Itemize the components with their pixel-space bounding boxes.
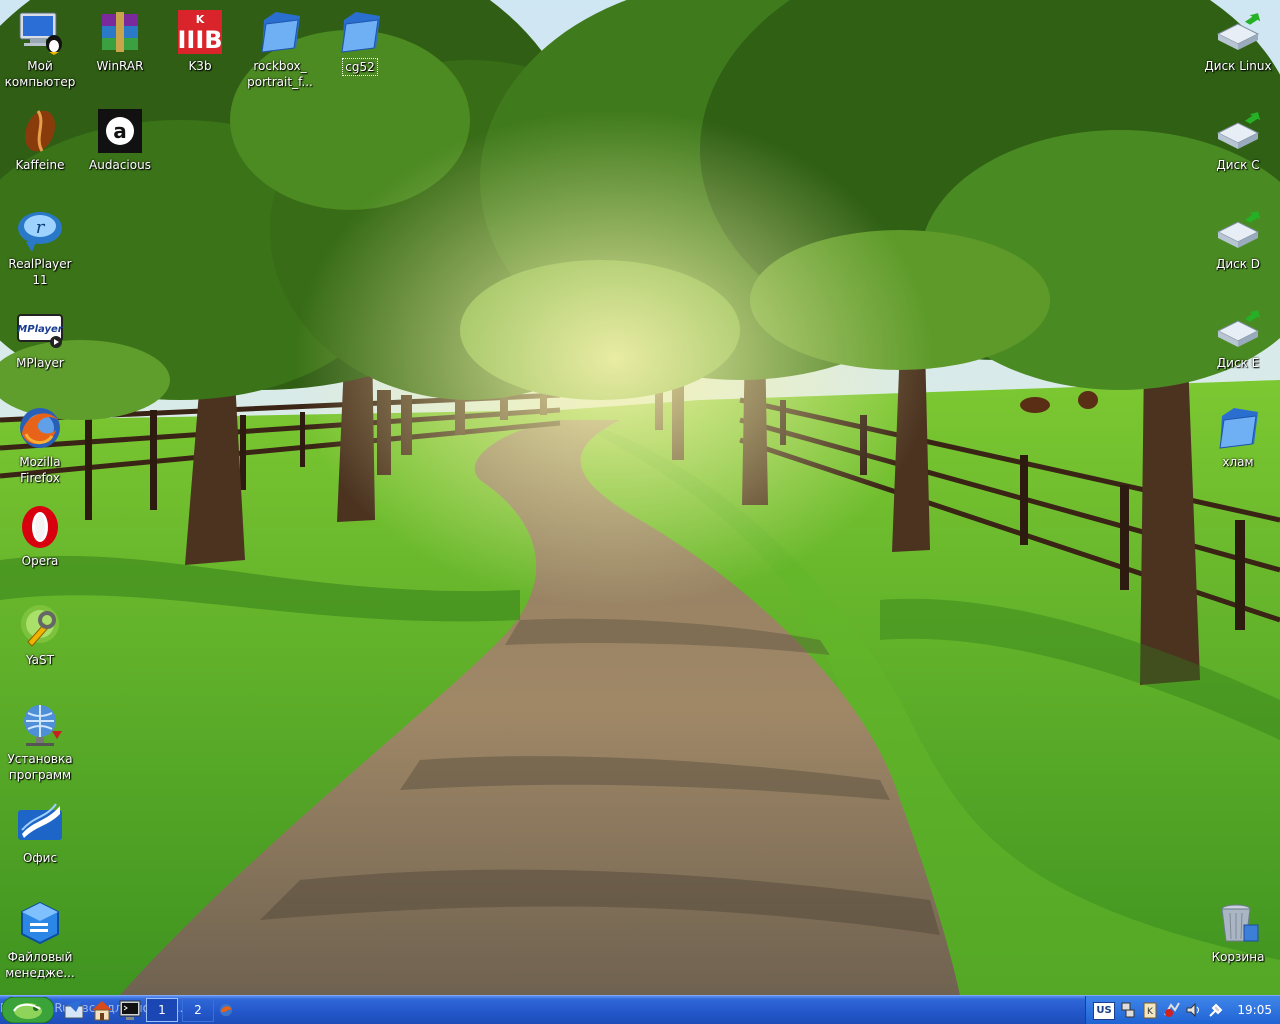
desktop-icon-label: Диск D (1215, 257, 1261, 271)
taskbar: 1 2 MotoFan.Ru - все для мотор... US K 1… (0, 995, 1280, 1024)
desktop-icon-label: rockbox_ (253, 59, 307, 73)
desktop-icon-label: менедже... (5, 966, 75, 980)
klipper-icon[interactable]: K (1141, 1001, 1159, 1019)
desktop-icon-hlam-folder[interactable]: хлам (1198, 404, 1278, 470)
winrar-icon (102, 12, 138, 52)
desktop-icon-label: 11 (32, 273, 48, 287)
desktop-icon-label: компьютер (4, 75, 76, 89)
kde-menu-button[interactable] (2, 997, 54, 1023)
network-icon[interactable] (1119, 1001, 1137, 1019)
desktop-icon-label: Диск Linux (1204, 59, 1272, 73)
disk-icon (1216, 112, 1261, 149)
desktop-icon-opera[interactable]: Opera (0, 503, 80, 569)
desktop-icon-disk-c[interactable]: Диск C (1198, 107, 1278, 173)
desktop-icon-label: Диск C (1216, 158, 1260, 172)
desktop-icon-firefox[interactable]: Mozilla Firefox (0, 404, 80, 486)
desktop-icon-trash[interactable]: Корзина (1198, 899, 1278, 965)
desktop-icon-audacious[interactable]: a Audacious (80, 107, 160, 173)
system-tray: US K 19:05 (1085, 996, 1280, 1024)
updater-icon[interactable] (1163, 1001, 1181, 1019)
disk-icon (1216, 13, 1261, 50)
svg-text:a: a (113, 119, 127, 143)
svg-text:K: K (196, 13, 205, 26)
desktop-icon-yast[interactable]: YaST (0, 602, 80, 668)
home-icon[interactable] (90, 998, 114, 1022)
k3b-icon: K IIIB (177, 10, 223, 54)
desktop-icon-label: Корзина (1211, 950, 1265, 964)
terminal-icon[interactable] (118, 998, 142, 1022)
file-manager-icon (21, 901, 59, 945)
desktop-icon-label: Диск E (1216, 356, 1260, 370)
firefox-icon (20, 408, 60, 448)
realplayer-icon: r (18, 212, 62, 252)
desktop-icon-file-manager[interactable]: Файловый менедже... (0, 899, 80, 981)
desktop-icon-label: Opera (21, 554, 59, 568)
desktop-icon-label: cg52 (342, 58, 378, 76)
wallpaper (0, 0, 1280, 995)
desktop-icon-disk-e[interactable]: Диск E (1198, 305, 1278, 371)
desktop-icon-label: Audacious (89, 158, 151, 172)
desktop-icon-cg52-folder[interactable]: cg52 (320, 8, 400, 76)
desktop-icon-k3b[interactable]: K IIIB K3b (160, 8, 240, 74)
software-install-icon (24, 705, 62, 746)
desktop-icon-label: Мой (27, 59, 53, 73)
svg-text:MPlayer: MPlayer (17, 324, 63, 335)
volume-icon[interactable] (1185, 1001, 1203, 1019)
keyboard-layout-indicator[interactable]: US (1093, 1002, 1115, 1020)
desktop-icon-disk-d[interactable]: Диск D (1198, 206, 1278, 272)
desktop-icon-realplayer[interactable]: r RealPlayer 11 (0, 206, 80, 288)
office-icon (18, 803, 62, 840)
power-plug-icon[interactable] (1207, 1001, 1225, 1019)
folder-icon (1219, 408, 1258, 449)
disk-icon (1216, 310, 1261, 347)
desktop-icon-label: Установка (7, 752, 73, 766)
folder-icon (341, 12, 380, 53)
desktop-show-icon[interactable] (62, 998, 86, 1022)
desktop-icon-label: Kaffeine (15, 158, 65, 172)
desktop-icon-my-computer[interactable]: Мой компьютер (0, 8, 80, 90)
desktop-icon-label: Офис (22, 851, 58, 865)
trash-icon (1221, 904, 1259, 942)
desktop-icon-label: Файловый (7, 950, 73, 964)
yast-icon (21, 605, 59, 647)
computer-icon (19, 12, 62, 55)
desktop-icon-label: K3b (188, 59, 212, 73)
browser-task-icon (219, 1003, 233, 1017)
desktop-icon-label: RealPlayer (8, 257, 72, 271)
desktop-icon-kaffeine[interactable]: Kaffeine (0, 107, 80, 173)
desktop[interactable]: Мой компьютер Kaffeine r RealPlayer 11 M… (0, 0, 1280, 995)
desktop-icon-label: Mozilla (19, 455, 61, 469)
desktop-icon-label: WinRAR (96, 59, 144, 73)
svg-text:IIIB: IIIB (177, 26, 222, 54)
desktop-icon-label: хлам (1222, 455, 1254, 469)
disk-icon (1216, 211, 1261, 248)
desktop-icon-office[interactable]: Офис (0, 800, 80, 866)
mplayer-icon: MPlayer (17, 314, 64, 348)
audacious-icon: a (98, 109, 142, 153)
desktop-icon-label: программ (8, 768, 72, 782)
svg-text:r: r (36, 217, 46, 238)
clock[interactable]: 19:05 (1237, 996, 1272, 1024)
desktop-icon-mplayer[interactable]: MPlayer MPlayer (0, 305, 80, 371)
opera-icon (22, 506, 58, 548)
desktop-icon-software-install[interactable]: Установка программ (0, 701, 80, 783)
desktop-icon-rockbox-folder[interactable]: rockbox_ portrait_f... (240, 8, 320, 90)
desktop-icon-label: portrait_f... (247, 75, 313, 89)
desktop-icon-disk-linux[interactable]: Диск Linux (1198, 8, 1278, 74)
desktop-icon-label: YaST (26, 653, 54, 667)
desktop-icon-winrar[interactable]: WinRAR (80, 8, 160, 74)
desktop-icon-label: Firefox (20, 471, 60, 485)
workspace-2[interactable]: 2 (182, 998, 214, 1022)
kaffeine-icon (25, 110, 55, 152)
workspace-1[interactable]: 1 (146, 998, 178, 1022)
folder-icon (261, 12, 300, 53)
desktop-icon-label: MPlayer (16, 356, 64, 370)
